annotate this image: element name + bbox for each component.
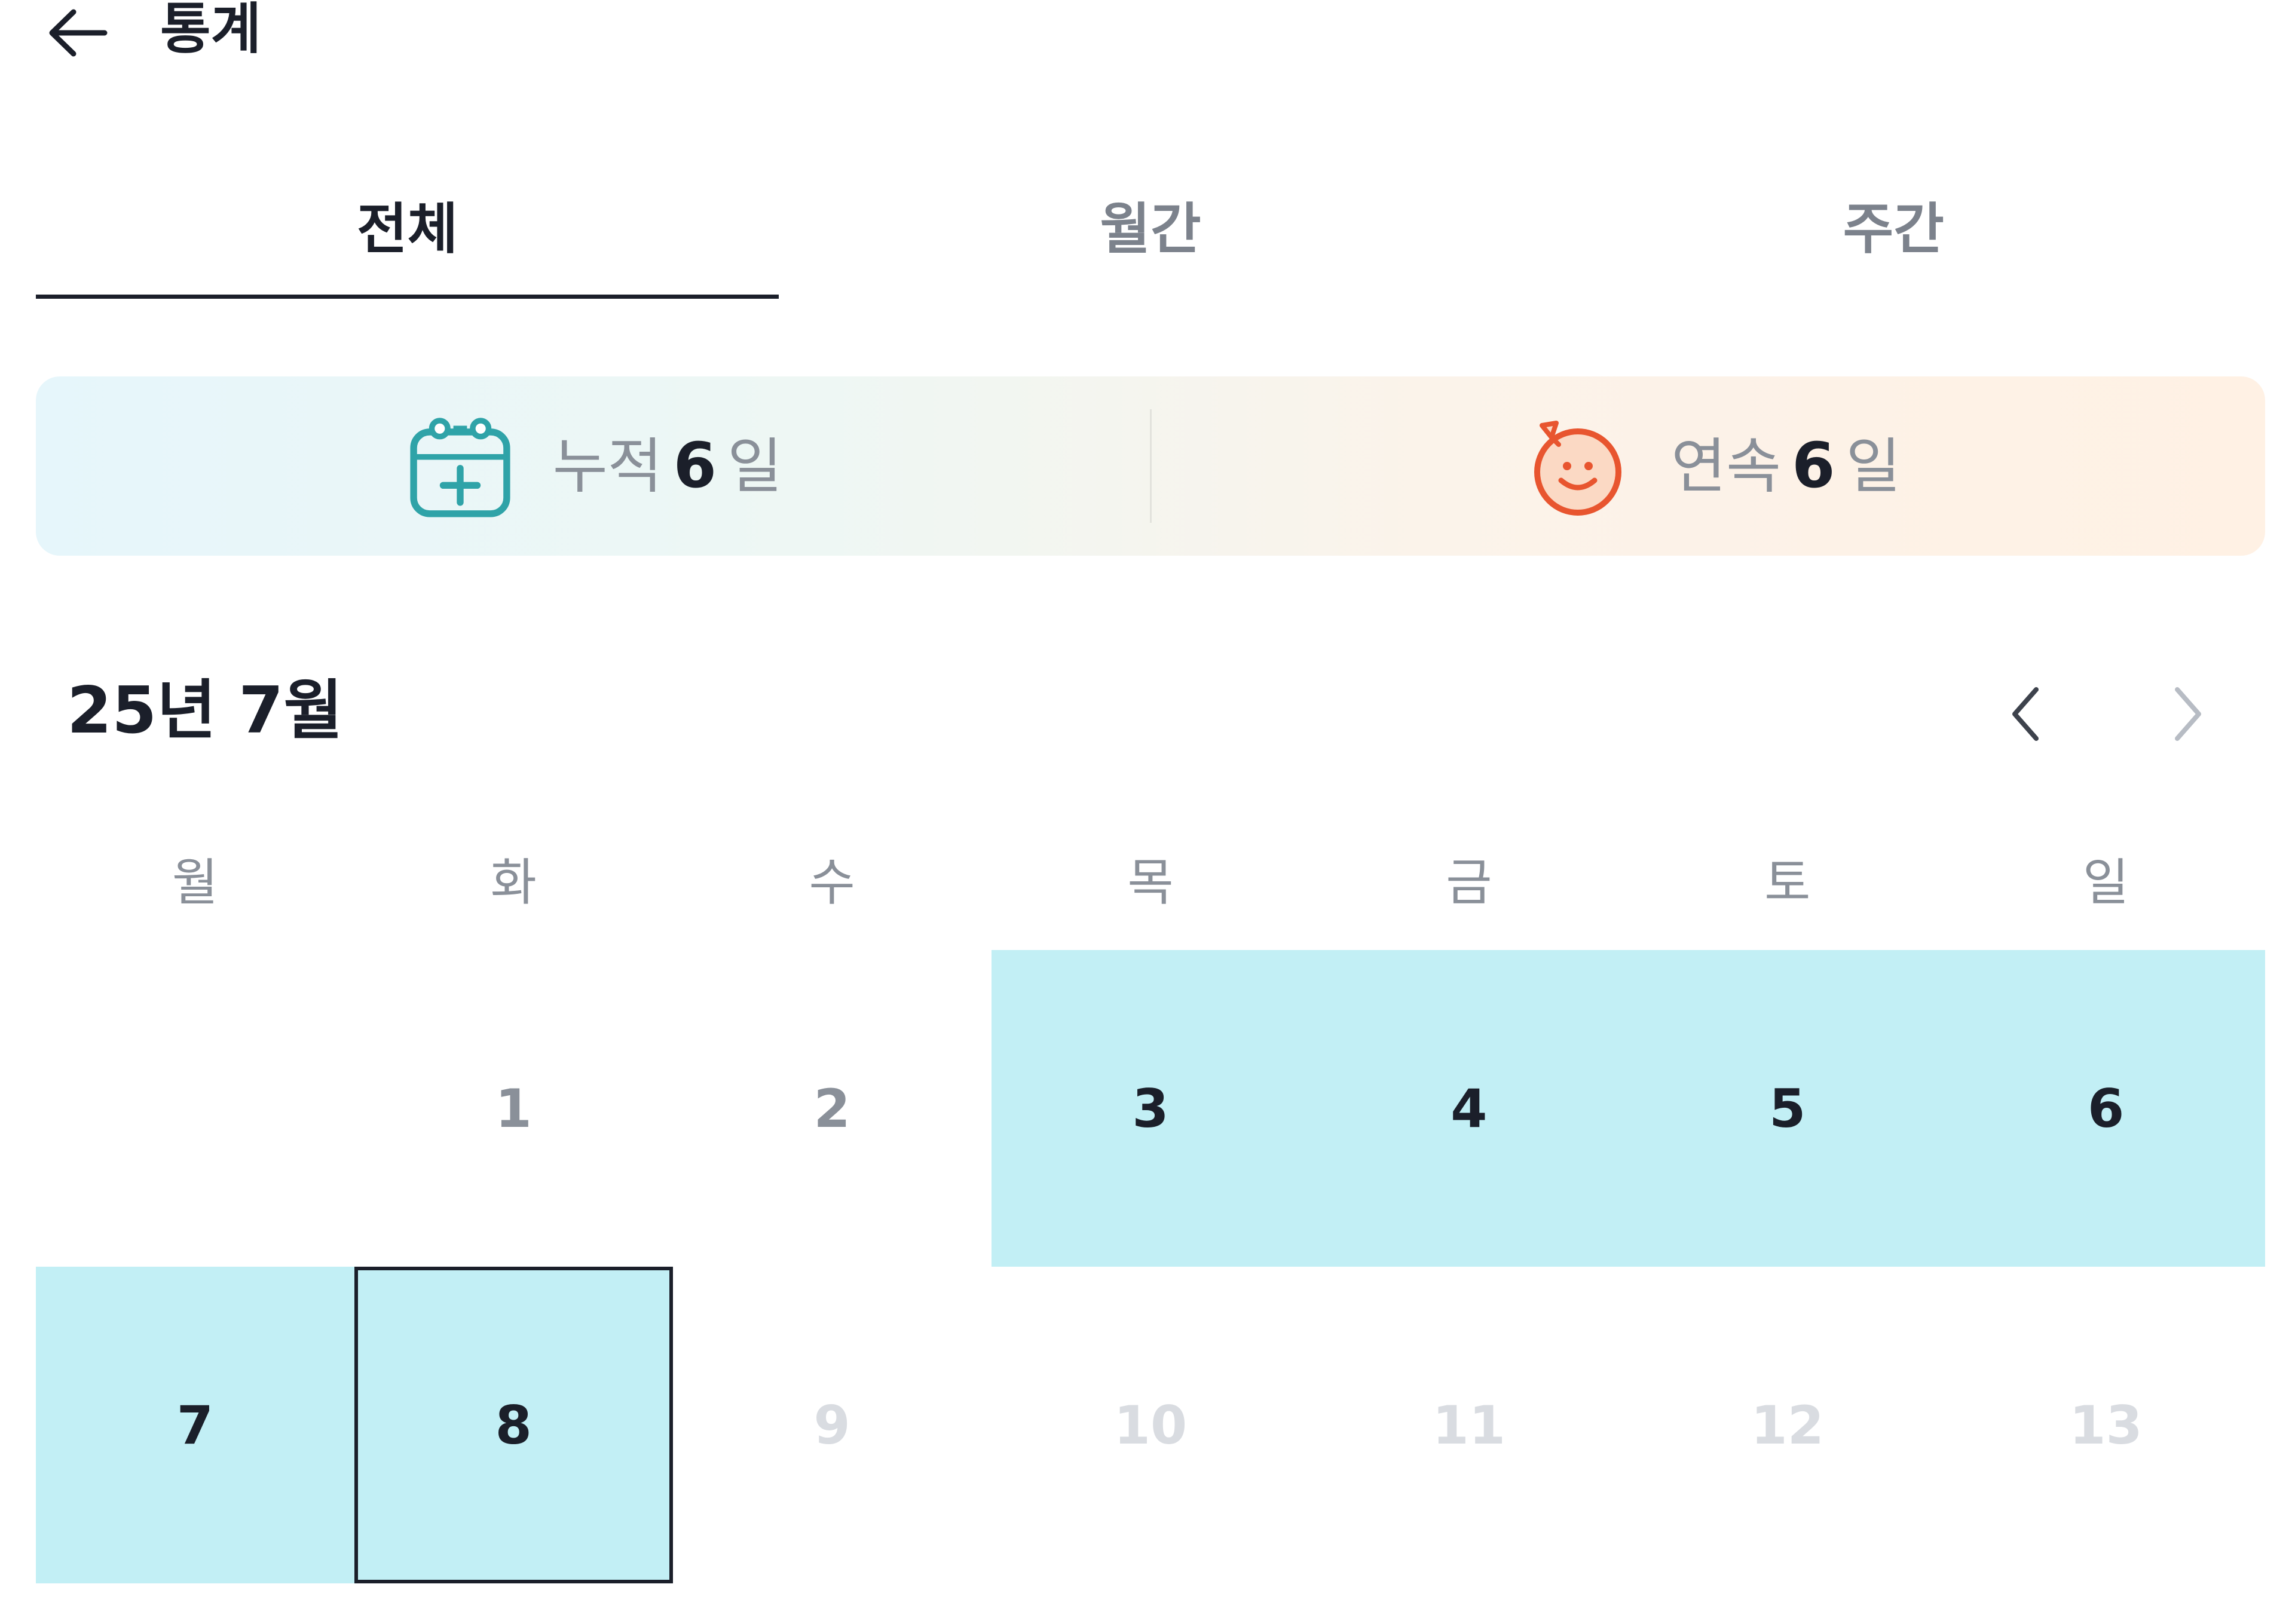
tab-bar: 전체 월간 주간 [36, 149, 2265, 299]
streak-text: 연속 6 일 [1671, 430, 1901, 502]
cumulative-text: 누적 6 일 [553, 430, 782, 502]
day-number: 13 [2069, 1394, 2143, 1456]
calendar-day-cell[interactable]: 11 [1309, 1267, 1628, 1583]
day-number: 6 [2087, 1077, 2125, 1139]
day-number: 11 [1432, 1394, 1506, 1456]
back-button[interactable] [42, 0, 114, 66]
next-month-button[interactable] [2152, 675, 2223, 753]
calendar-empty-cell [36, 950, 354, 1267]
cumulative-stat: 누적 6 일 [36, 376, 1150, 556]
active-tab-indicator [36, 295, 779, 299]
day-number: 2 [813, 1077, 850, 1139]
day-number: 12 [1751, 1394, 1824, 1456]
calendar-day-cell[interactable]: 13 [1947, 1267, 2265, 1583]
cumulative-value: 6 [673, 429, 717, 502]
page-title: 통계 [160, 0, 262, 61]
tab-label: 전체 [357, 197, 458, 261]
day-number: 1 [495, 1077, 532, 1139]
streak-stat: 연속 6 일 [1152, 376, 2266, 556]
cumulative-unit: 일 [727, 431, 782, 501]
weekday-label: 월 [172, 853, 219, 912]
weekday-label: 일 [2082, 853, 2129, 912]
chevron-right-icon [2175, 687, 2201, 741]
chevron-left-icon [2012, 687, 2039, 741]
tab-label: 주간 [1843, 197, 1944, 261]
calendar-day-cell[interactable]: 7 [36, 1267, 354, 1583]
calendar-day-cell[interactable]: 10 [992, 1267, 1310, 1583]
day-number: 7 [176, 1394, 214, 1456]
tab-all[interactable]: 전체 [36, 149, 779, 299]
streak-unit: 일 [1846, 431, 1901, 501]
calendar-day-cell[interactable]: 5 [1628, 950, 1947, 1267]
weekday-label: 목 [1127, 853, 1174, 912]
day-number: 5 [1769, 1077, 1806, 1139]
smiley-face-icon [1534, 421, 1622, 516]
day-number: 4 [1451, 1077, 1488, 1139]
calendar-day-cell[interactable]: 6 [1947, 950, 2265, 1267]
calendar-day-cell[interactable]: 9 [673, 1267, 992, 1583]
calendar-plus-icon [409, 418, 510, 517]
weekday-row: 월 화 수 목 금 토 일 [36, 842, 2265, 914]
day-number: 3 [1132, 1077, 1169, 1139]
calendar-day-cell[interactable]: 8 [354, 1267, 673, 1583]
month-title: 25년 7월 [67, 673, 343, 748]
day-number: 8 [495, 1394, 532, 1456]
weekday-label: 토 [1764, 853, 1811, 912]
calendar-day-cell[interactable]: 1 [354, 950, 673, 1267]
tab-weekly[interactable]: 주간 [1522, 149, 2265, 299]
calendar-day-cell[interactable]: 2 [673, 950, 992, 1267]
streak-label: 연속 [1671, 431, 1782, 501]
calendar-grid: 1 2 3 4 5 6 7 8 9 10 11 12 13 [36, 950, 2265, 1583]
calendar-day-cell[interactable]: 4 [1309, 950, 1629, 1267]
day-number: 9 [813, 1394, 850, 1456]
day-number: 10 [1113, 1394, 1188, 1456]
calendar-day-cell[interactable]: 3 [991, 950, 1310, 1267]
calendar-day-cell[interactable]: 12 [1628, 1267, 1947, 1583]
arrow-left-icon [49, 9, 108, 57]
tab-monthly[interactable]: 월간 [779, 149, 1522, 299]
weekday-label: 금 [1446, 853, 1492, 912]
streak-value: 6 [1792, 429, 1835, 502]
stats-banner: 누적 6 일 연속 6 일 [36, 376, 2265, 556]
prev-month-button[interactable] [1990, 675, 2062, 753]
weekday-label: 수 [809, 853, 855, 912]
weekday-label: 화 [490, 853, 537, 912]
tab-label: 월간 [1100, 197, 1201, 261]
cumulative-label: 누적 [552, 431, 663, 501]
app-header: 통계 [0, 0, 2295, 72]
